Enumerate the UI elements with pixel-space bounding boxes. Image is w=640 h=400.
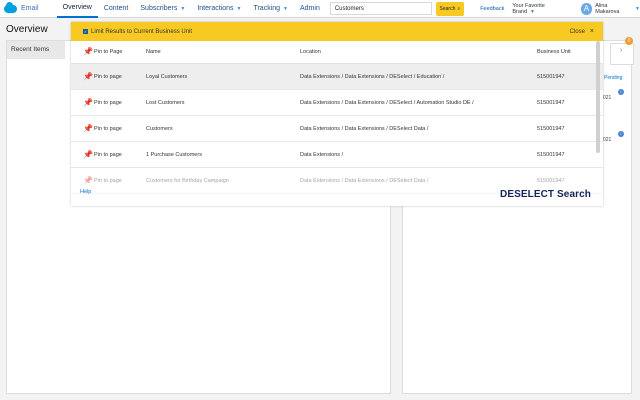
top-navigation: Email Overview Content Subscribers ▼ Inte… [0, 0, 640, 18]
limit-results-label: Limit Results to Current Business Unit [91, 28, 193, 35]
limit-results-checkbox[interactable] [83, 29, 88, 34]
table-row[interactable]: 📌 Pin to page Customers Data Extensions … [71, 116, 603, 142]
row-name: Lost Customers [146, 99, 185, 106]
right-panel-text: 021 [603, 95, 612, 101]
table-row[interactable]: 📌 Pin to page Loyal Customers Data Exten… [71, 64, 603, 90]
row-business-unit: 515001947 [537, 73, 565, 80]
user-menu[interactable]: A Alina Makarova ▼ [580, 2, 640, 15]
tab-interactions[interactable]: Interactions ▼ [191, 0, 247, 18]
row-business-unit: 515001947 [537, 151, 565, 158]
row-business-unit: 515001947 [537, 125, 565, 132]
app-logo[interactable]: Email [0, 1, 57, 13]
info-icon[interactable]: i [618, 131, 624, 137]
pin-to-page-link[interactable]: Pin to page [94, 100, 146, 106]
tab-subscribers[interactable]: Subscribers ▼ [134, 0, 191, 18]
help-link[interactable]: Help [80, 189, 91, 195]
pin-icon[interactable]: 📌 [83, 124, 93, 133]
chevron-down-icon: ▼ [180, 5, 186, 12]
right-panel-text: 021 [603, 137, 612, 143]
pin-icon: 📌 [83, 47, 93, 56]
recent-items-tab[interactable]: Recent Items [7, 41, 65, 59]
pin-to-page-link[interactable]: Pin to page [94, 74, 146, 80]
tab-overview[interactable]: Overview [56, 0, 98, 18]
pin-to-page-link[interactable]: Pin to page [94, 152, 146, 158]
row-name: Customers [146, 125, 173, 132]
row-location: Data Extensions / Data Extensions / DESe… [300, 125, 429, 132]
search-input[interactable]: Customers [329, 2, 432, 15]
results-table-header: 📌 Pin to Page Name Location Business Uni… [71, 41, 603, 64]
salesforce-cloud-icon [4, 1, 17, 13]
close-icon: × [589, 28, 594, 35]
pin-to-page-link[interactable]: Pin to page [94, 178, 146, 184]
chevron-down-icon: ▼ [283, 5, 288, 12]
results-scrollbar[interactable] [596, 41, 600, 153]
chevron-down-icon: ▼ [635, 5, 640, 12]
row-name: 1 Purchase Customers [146, 151, 202, 158]
row-location: Data Extensions / Data Extensions / DESe… [300, 73, 445, 80]
column-location: Location [300, 49, 321, 55]
pin-icon[interactable]: 📌 [83, 150, 93, 159]
row-name: Customers for Birthday Campaign [146, 177, 229, 184]
dialog-header: Limit Results to Current Business Unit C… [71, 22, 603, 41]
info-icon[interactable]: i [618, 89, 624, 95]
tab-tracking[interactable]: Tracking ▼ [247, 0, 294, 18]
app-name: Email [21, 5, 39, 12]
table-row[interactable]: 📌 Pin to page Lost Customers Data Extens… [71, 90, 603, 116]
row-business-unit: 515001947 [537, 99, 565, 106]
brand-selector[interactable]: Your Favorite Brand ▼ [512, 3, 567, 15]
pin-icon[interactable]: 📌 [83, 176, 93, 185]
user-name: Alina Makarova [595, 2, 620, 15]
avatar: A [580, 2, 593, 15]
chevron-right-icon[interactable]: › [620, 47, 622, 54]
chevron-down-icon: ▼ [236, 5, 242, 12]
pin-icon[interactable]: 📌 [83, 72, 93, 81]
table-row[interactable]: 📌 Pin to page 1 Purchase Customers Data … [71, 142, 603, 168]
notification-badge: 0 [625, 37, 633, 45]
column-pin: Pin to Page [94, 49, 123, 55]
column-business-unit: Business Unit [537, 49, 571, 55]
search-icon: ⌕ [457, 5, 461, 12]
close-button[interactable]: Close × [570, 28, 594, 35]
feedback-link[interactable]: Feedback [480, 6, 504, 12]
page-title: Overview [6, 24, 48, 35]
pending-link[interactable]: Pending [604, 75, 622, 81]
row-location: Data Extensions / Data Extensions / DESe… [300, 99, 474, 106]
tab-content[interactable]: Content [98, 0, 135, 18]
row-location: Data Extensions / [300, 151, 344, 158]
row-name: Loyal Customers [146, 73, 188, 80]
row-business-unit: 515001947 [537, 177, 565, 184]
pin-to-page-link[interactable]: Pin to page [94, 126, 146, 132]
search-button[interactable]: Search ⌕ [435, 1, 465, 16]
chevron-down-icon: ▼ [530, 8, 535, 15]
deselect-search-logo: DESELECT Search [500, 189, 591, 200]
pin-icon[interactable]: 📌 [83, 98, 93, 107]
column-name: Name [146, 49, 161, 55]
deselect-search-dialog: Limit Results to Current Business Unit C… [71, 22, 603, 206]
row-location: Data Extensions / Data Extensions / DESe… [300, 177, 429, 184]
tab-admin[interactable]: Admin [294, 0, 326, 18]
